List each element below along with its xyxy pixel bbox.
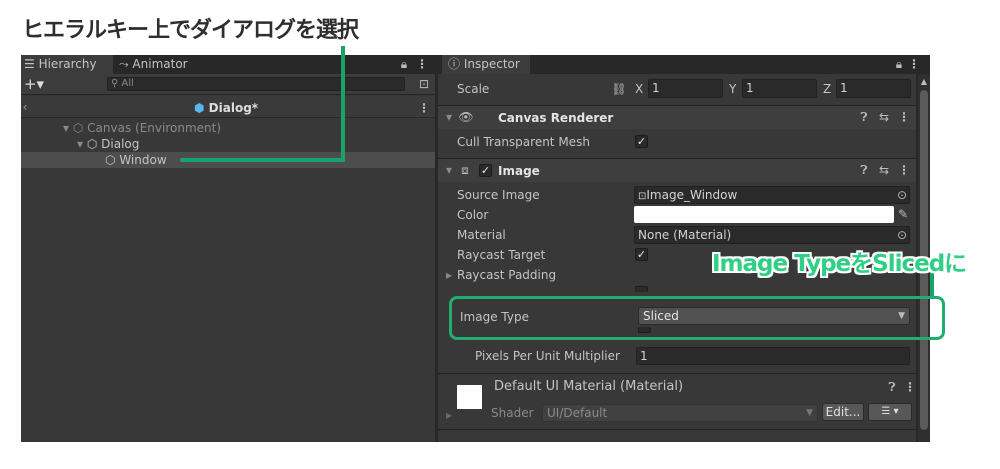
search-icon: ⚲ — [111, 78, 122, 89]
hierarchy-search-input[interactable]: ⚲ All — [107, 77, 405, 91]
connector-line-horizontal — [180, 158, 345, 162]
section-divider — [438, 429, 916, 430]
scale-y-label: Y — [729, 82, 737, 96]
ppu-multiplier-field[interactable]: 1 — [636, 347, 910, 365]
tab-hierarchy[interactable]: ☰ Hierarchy — [21, 55, 113, 74]
lock-icon[interactable]: 🔒︎ — [398, 56, 410, 72]
caption-set-sliced: Image TypeをSlicedに — [712, 251, 967, 277]
hierarchy-panel: ☰ Hierarchy ⤳ Animator 🔒︎ ⋮ +▾ ⚲ All ⊡ ‹… — [21, 55, 435, 442]
material-field[interactable]: None (Material) — [634, 226, 910, 244]
component-menu-icon[interactable]: ⋮ — [904, 379, 916, 395]
gameobject-icon: ⬡ — [86, 137, 98, 151]
cull-transparent-mesh-checkbox[interactable]: ✓ — [635, 135, 648, 148]
help-icon[interactable]: ❓︎ — [886, 379, 898, 395]
link-off-icon[interactable]: ⛓ — [610, 81, 628, 97]
tree-item-dialog[interactable]: ▾ ⬡ Dialog — [77, 136, 139, 152]
preset-icon[interactable]: ⇆ — [878, 162, 890, 178]
object-picker-icon[interactable]: ⊙ — [896, 187, 908, 203]
expand-arrow-icon: ▾ — [77, 137, 84, 151]
foldout-arrow-icon[interactable]: ▾ — [444, 109, 454, 125]
section-divider — [438, 373, 916, 374]
material-preview-swatch — [457, 385, 482, 409]
lock-icon[interactable]: 🔒︎ — [893, 56, 905, 72]
scale-z-field[interactable]: 1 — [836, 79, 911, 98]
scene-menu-icon[interactable]: ⋮ — [418, 100, 430, 116]
scale-x-field[interactable]: 1 — [648, 79, 723, 98]
list-icon: ☰ ▾ — [881, 406, 899, 417]
material-section-title: Default UI Material (Material) — [494, 379, 684, 394]
maskable-checkbox[interactable] — [635, 286, 648, 292]
image-type-highlight-box — [449, 296, 945, 340]
raycast-target-label: Raycast Target — [457, 248, 546, 262]
foldout-arrow-icon[interactable]: ▸ — [444, 407, 454, 423]
material-label: Material — [457, 228, 506, 242]
tab-inspector[interactable]: ⓘ Inspector — [442, 55, 530, 74]
shader-edit-button[interactable]: Edit... — [822, 403, 864, 421]
preset-icon[interactable]: ⇆ — [878, 109, 890, 125]
source-image-label: Source Image — [457, 188, 540, 202]
caption-select-dialog: ヒエラルキー上でダイアログを選択 — [22, 18, 359, 43]
info-icon: ⓘ — [448, 57, 464, 71]
animator-icon: ⤳ — [119, 57, 133, 71]
prefab-cube-icon: ⬢ — [194, 101, 205, 115]
scroll-up-arrow-icon[interactable]: ▲ — [918, 74, 930, 90]
add-plus-icon[interactable]: +▾ — [22, 76, 46, 92]
gameobject-icon: ⬡ — [72, 121, 84, 135]
scene-visibility-icon[interactable]: ⊡ — [417, 76, 431, 92]
raycast-target-checkbox[interactable]: ✓ — [635, 248, 648, 261]
expand-arrow-icon: ▾ — [63, 121, 70, 135]
foldout-arrow-icon[interactable]: ▾ — [444, 162, 454, 178]
shader-label: Shader — [491, 406, 534, 420]
raycast-padding-label: Raycast Padding — [457, 268, 557, 282]
scene-title: ⬢ Dialog* — [194, 101, 259, 115]
scale-z-label: Z — [823, 82, 832, 96]
image-component-title: Image — [498, 164, 540, 178]
component-menu-icon[interactable]: ⋮ — [898, 109, 910, 125]
scale-x-label: X — [635, 82, 644, 96]
shader-dropdown[interactable]: UI/Default ▼ — [542, 404, 818, 422]
help-icon[interactable]: ❓︎ — [858, 162, 870, 178]
foldout-arrow-icon[interactable]: ▸ — [444, 267, 454, 283]
color-swatch[interactable] — [634, 206, 894, 223]
cull-transparent-mesh-label: Cull Transparent Mesh — [457, 135, 590, 149]
canvas-renderer-title: Canvas Renderer — [498, 111, 614, 125]
list-icon: ☰ — [24, 57, 39, 71]
tree-item-window[interactable]: ⬡ Window — [105, 152, 167, 168]
gameobject-icon: ⬡ — [105, 153, 116, 167]
back-arrow-icon[interactable]: ‹ — [21, 99, 29, 115]
component-menu-icon[interactable]: ⋮ — [898, 162, 910, 178]
image-component-icon: ⧈ — [461, 163, 469, 177]
kebab-menu-icon[interactable]: ⋮ — [416, 56, 428, 72]
scale-label: Scale — [457, 82, 490, 96]
tree-item-canvas[interactable]: ▾ ⬡ Canvas (Environment) — [63, 120, 221, 136]
color-label: Color — [457, 208, 489, 222]
shader-options-button[interactable]: ☰ ▾ — [868, 403, 912, 421]
source-image-field[interactable]: ⊡Image_Window — [634, 186, 910, 204]
kebab-menu-icon[interactable]: ⋮ — [908, 56, 920, 72]
object-picker-icon[interactable]: ⊙ — [896, 227, 908, 243]
connector-line-vertical — [341, 46, 345, 162]
help-icon[interactable]: ❓︎ — [858, 109, 870, 125]
eyedropper-icon[interactable]: ✎ — [897, 206, 909, 222]
eye-icon: 👁︎ — [458, 110, 474, 124]
image-enabled-checkbox[interactable]: ✓ — [479, 164, 492, 177]
scale-y-field[interactable]: 1 — [742, 79, 817, 98]
ppu-multiplier-label: Pixels Per Unit Multiplier — [475, 349, 620, 363]
chevron-down-icon: ▼ — [806, 408, 813, 418]
tab-animator[interactable]: ⤳ Animator — [119, 55, 209, 74]
